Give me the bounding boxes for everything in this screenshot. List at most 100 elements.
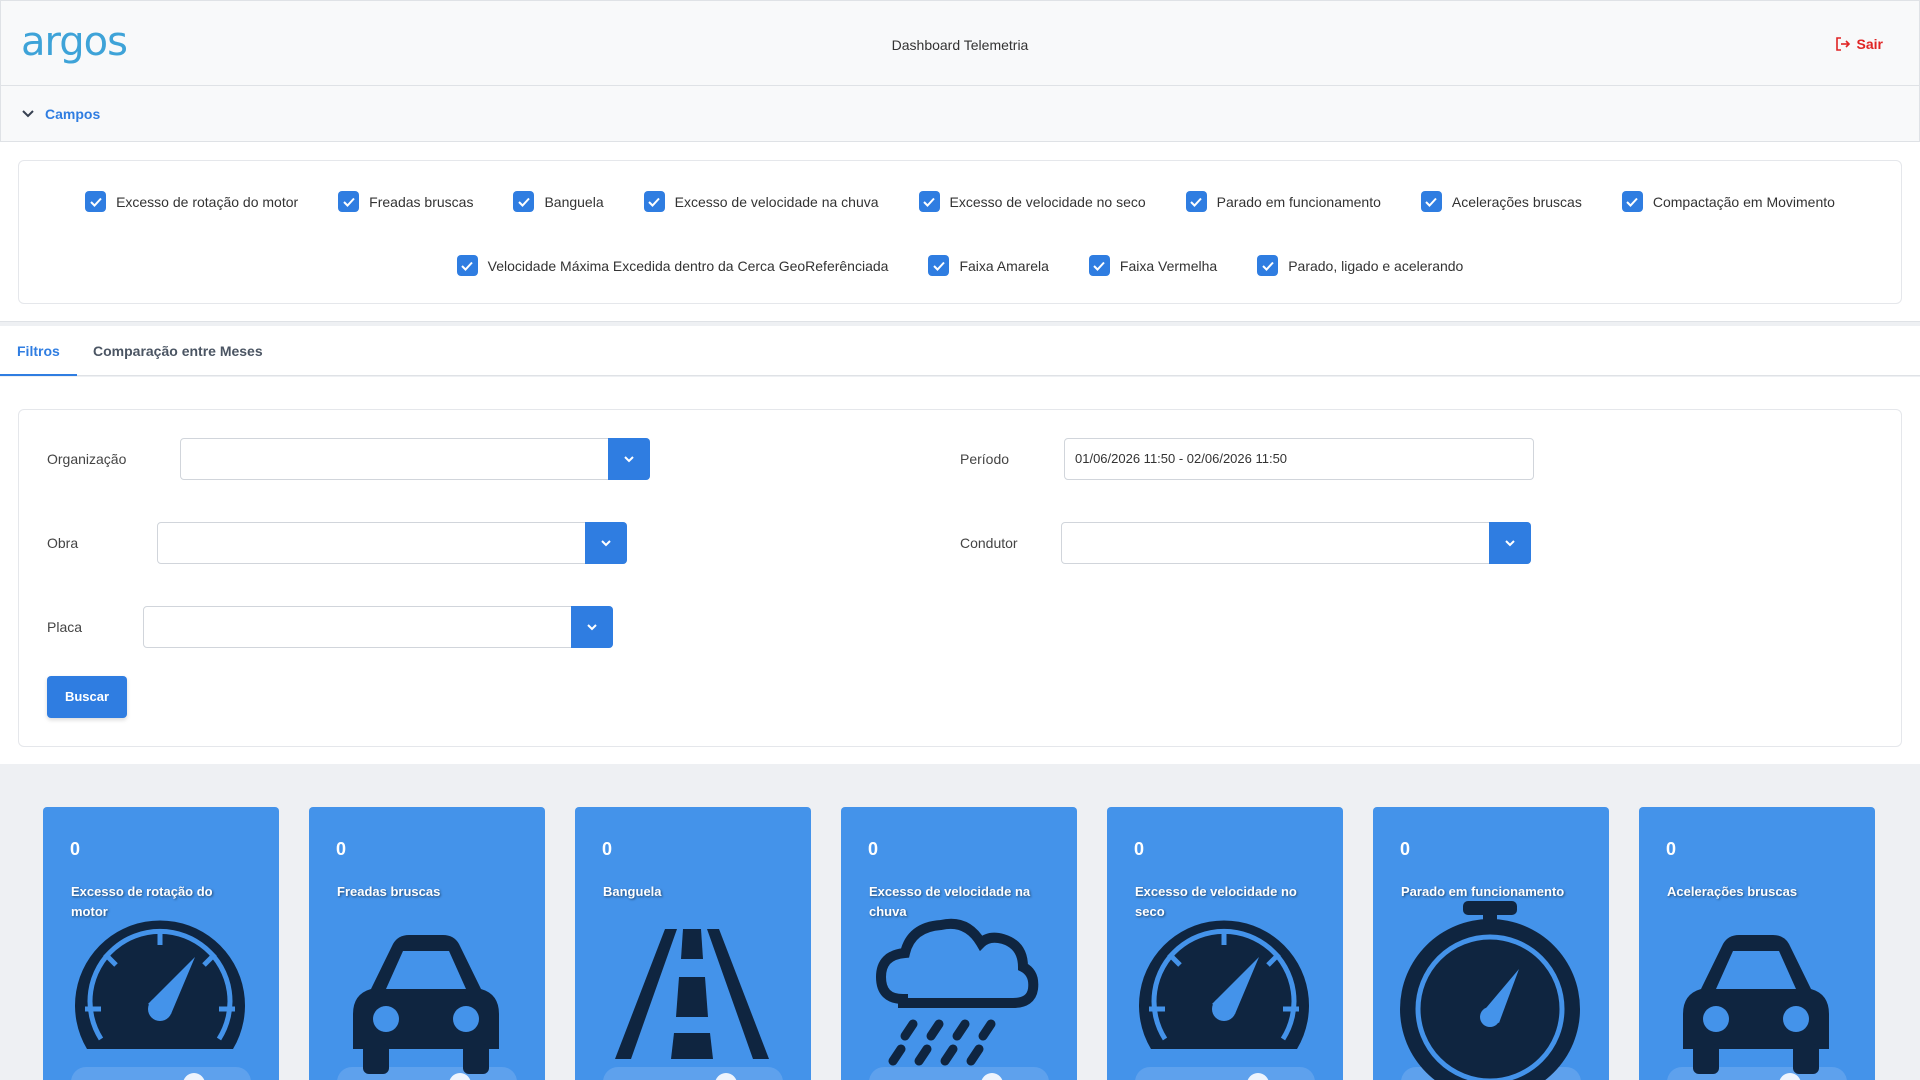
condutor-label: Condutor xyxy=(960,535,1018,551)
checkbox-excesso-velocidade-chuva[interactable]: Excesso de velocidade na chuva xyxy=(643,191,879,212)
checkbox-parado-funcionamento[interactable]: Parado em funcionamento xyxy=(1185,191,1381,212)
checkbox-checked[interactable] xyxy=(643,191,665,212)
metric-card-banguela[interactable]: 0 Banguela xyxy=(575,807,811,1080)
checkbox-label: Compactação em Movimento xyxy=(1652,193,1835,210)
logout-button[interactable]: Sair xyxy=(1835,36,1883,52)
metric-count: 0 xyxy=(602,839,613,859)
check-icon xyxy=(342,197,355,207)
metric-count: 0 xyxy=(1134,839,1145,859)
check-icon xyxy=(648,197,660,207)
check-icon xyxy=(933,261,945,271)
checkbox-checked[interactable] xyxy=(918,191,940,212)
periodo-input[interactable]: 01/06/2026 11:50 - 02/06/2026 11:50 xyxy=(1064,438,1534,480)
checkbox-excesso-rotacao[interactable]: Excesso de rotação do motor xyxy=(85,191,298,212)
checkbox-checked[interactable] xyxy=(1621,191,1643,212)
placa-label: Placa xyxy=(47,619,83,635)
check-icon xyxy=(1626,197,1639,207)
top-header: argos Dashboard Telemetria Sair xyxy=(0,0,1920,86)
stopwatch-icon xyxy=(1400,901,1580,1080)
checkbox-label: Parado, ligado e acelerando xyxy=(1288,257,1464,274)
check-icon xyxy=(1261,261,1274,271)
chevron-down-icon xyxy=(601,540,611,547)
metric-card-freadas-bruscas[interactable]: 0 Freadas bruscas xyxy=(309,807,545,1080)
checkbox-parado-ligado-acelerando[interactable]: Parado, ligado e acelerando xyxy=(1257,255,1463,276)
tabs-bar: Filtros Comparação entre Meses xyxy=(0,326,1920,376)
metric-label: Excesso de rotação do motor xyxy=(71,884,213,919)
organizacao-dropdown-button[interactable] xyxy=(608,438,650,480)
checkbox-checked[interactable] xyxy=(1420,191,1442,212)
check-icon xyxy=(1093,261,1106,271)
metric-card-excesso-velocidade-chuva[interactable]: 0 Excesso de velocidade na chuva xyxy=(841,807,1077,1080)
checkbox-faixa-amarela[interactable]: Faixa Amarela xyxy=(928,255,1049,276)
obra-select[interactable] xyxy=(157,522,627,564)
tab-comparacao-meses[interactable]: Comparação entre Meses xyxy=(93,326,263,376)
organizacao-select[interactable] xyxy=(180,438,650,480)
checkbox-checked[interactable] xyxy=(338,191,360,212)
check-icon xyxy=(1425,197,1438,207)
checkbox-checked[interactable] xyxy=(1257,255,1279,276)
checkbox-label: Velocidade Máxima Excedida dentro da Cer… xyxy=(487,257,889,274)
campos-toggle[interactable]: Campos xyxy=(0,86,1920,142)
speedometer-icon xyxy=(1139,920,1309,1049)
logout-icon xyxy=(1835,37,1850,51)
checkbox-banguela[interactable]: Banguela xyxy=(513,191,604,212)
checkbox-label: Faixa Vermelha xyxy=(1119,257,1218,274)
metric-label: Excesso de velocidade na chuva xyxy=(869,884,1031,919)
organizacao-label: Organização xyxy=(47,451,127,467)
metric-card-aceleracoes-bruscas[interactable]: 0 Acelerações bruscas xyxy=(1639,807,1875,1080)
checkbox-label: Acelerações bruscas xyxy=(1451,193,1582,210)
checkbox-checked[interactable] xyxy=(1185,191,1207,212)
check-icon xyxy=(461,261,473,271)
tab-filtros[interactable]: Filtros xyxy=(0,326,77,376)
metric-count: 0 xyxy=(1400,839,1411,859)
condutor-select[interactable] xyxy=(1061,522,1531,564)
metric-card-parado-funcionamento[interactable]: 0 Parado em funcionamento xyxy=(1373,807,1609,1080)
metric-label: Excesso de velocidade no seco xyxy=(1135,884,1297,919)
chevron-down-icon xyxy=(1505,540,1515,547)
checkbox-aceleracoes-bruscas[interactable]: Acelerações bruscas xyxy=(1420,191,1582,212)
checkbox-compactacao-movimento[interactable]: Compactação em Movimento xyxy=(1621,191,1835,212)
metric-card-excesso-velocidade-seco[interactable]: 0 Excesso de velocidade no seco xyxy=(1107,807,1343,1080)
metric-card-excesso-rotacao[interactable]: 0 Excesso de rotação do motor xyxy=(43,807,279,1080)
checkbox-checked[interactable] xyxy=(1088,255,1110,276)
speedometer-icon xyxy=(75,920,245,1049)
checkbox-label: Excesso de rotação do motor xyxy=(116,193,299,210)
metric-count: 0 xyxy=(868,839,879,859)
checkbox-row-2: Velocidade Máxima Excedida dentro da Cer… xyxy=(19,255,1901,276)
obra-dropdown-button[interactable] xyxy=(585,522,627,564)
car-icon xyxy=(353,935,499,1074)
condutor-dropdown-button[interactable] xyxy=(1489,522,1531,564)
placa-select[interactable] xyxy=(143,606,613,648)
metric-count: 0 xyxy=(336,839,347,859)
checkbox-row-1: Excesso de rotação do motor Freadas brus… xyxy=(19,191,1901,212)
checkbox-checked[interactable] xyxy=(513,191,535,212)
checkbox-faixa-vermelha[interactable]: Faixa Vermelha xyxy=(1088,255,1218,276)
page-title: Dashboard Telemetria xyxy=(891,37,1029,53)
metric-count: 0 xyxy=(1666,839,1677,859)
metric-label: Acelerações bruscas xyxy=(1667,884,1798,899)
chevron-down-icon xyxy=(22,109,34,117)
checkbox-checked[interactable] xyxy=(456,255,478,276)
metric-label: Freadas bruscas xyxy=(337,884,441,899)
metric-label: Parado em funcionamento xyxy=(1401,884,1565,899)
check-icon xyxy=(923,197,935,207)
checkbox-checked[interactable] xyxy=(85,191,107,212)
buscar-button[interactable]: Buscar xyxy=(47,676,127,718)
check-icon xyxy=(518,197,530,207)
checkbox-freadas-bruscas[interactable]: Freadas bruscas xyxy=(338,191,473,212)
car-icon xyxy=(1683,935,1829,1074)
checkbox-checked[interactable] xyxy=(928,255,950,276)
check-icon xyxy=(1190,197,1202,207)
checkbox-excesso-velocidade-seco[interactable]: Excesso de velocidade no seco xyxy=(918,191,1146,212)
checkbox-velocidade-cerca[interactable]: Velocidade Máxima Excedida dentro da Cer… xyxy=(456,255,889,276)
check-icon xyxy=(89,197,102,207)
metric-label: Banguela xyxy=(603,884,662,899)
checkbox-label: Freadas bruscas xyxy=(369,193,474,210)
chevron-down-icon xyxy=(587,624,597,631)
periodo-label: Período xyxy=(960,451,1010,467)
placa-dropdown-button[interactable] xyxy=(571,606,613,648)
metric-count: 0 xyxy=(70,839,81,859)
campos-label: Campos xyxy=(45,105,101,122)
chevron-down-icon xyxy=(624,456,634,463)
campos-panel: Excesso de rotação do motor Freadas brus… xyxy=(0,142,1920,322)
